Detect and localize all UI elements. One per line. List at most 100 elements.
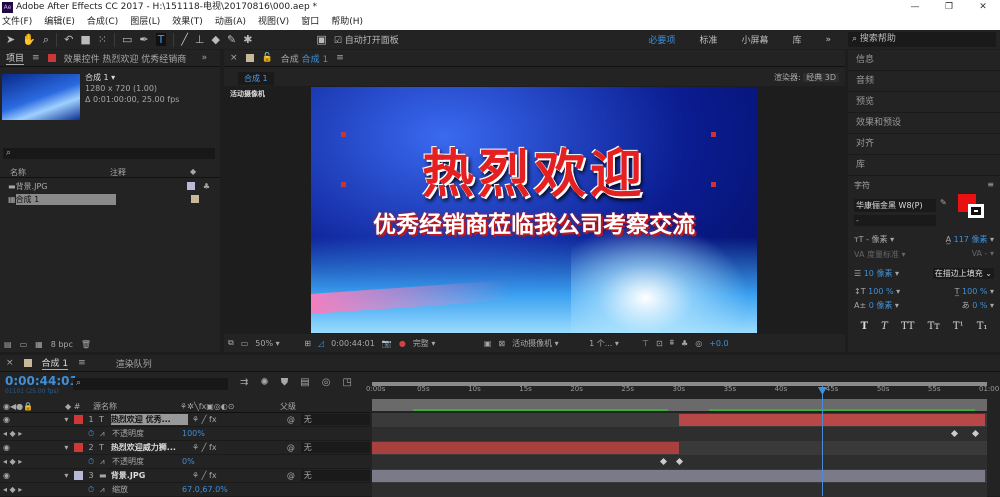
fast-preview-icon[interactable]: ⊡ bbox=[656, 339, 663, 348]
stroke-width-field[interactable]: ☰ 10 像素 ▾ bbox=[854, 268, 899, 279]
camera-view-dropdown[interactable]: 活动摄像机 ▾ bbox=[512, 338, 582, 349]
work-area-segment[interactable] bbox=[412, 409, 669, 411]
superscript-button[interactable]: T¹ bbox=[953, 321, 964, 332]
graph-icon[interactable]: ⩘ bbox=[100, 457, 112, 467]
current-time-display[interactable]: 0:00:44:01 bbox=[331, 339, 375, 348]
renderer-info[interactable]: 渲染器: 经典 3D bbox=[774, 72, 839, 83]
col-source-name[interactable]: 源名称 bbox=[90, 401, 180, 412]
grid-icon[interactable]: ⊞ bbox=[304, 339, 311, 348]
tsume-field[interactable]: あ 0 % ▾ bbox=[962, 300, 994, 311]
parent-dropdown[interactable]: 无 bbox=[300, 414, 370, 425]
time-ruler[interactable]: 0:00s 05s 10s 15s 20s 25s 30s 35s 40s 45s 50s 55s 01… bbox=[366, 385, 999, 399]
exposure-icon[interactable]: ◎ bbox=[695, 339, 702, 348]
workspace-library[interactable]: 库 bbox=[792, 33, 801, 46]
hand-tool-icon[interactable]: ✋ bbox=[22, 33, 36, 46]
eraser-tool-icon[interactable]: ◆ bbox=[212, 33, 220, 46]
leading-field[interactable]: A̲ 117 像素 ▾ bbox=[946, 234, 994, 245]
views-dropdown[interactable]: 1 个... ▾ bbox=[589, 338, 635, 349]
property-row[interactable]: ◂ ◆ ▸ ⏱ ⩘ 缩放 67.0,67.0% bbox=[0, 483, 370, 497]
viewer-area[interactable]: 活动摄像机 热烈欢迎 优秀经销商莅临我公司考察交流 bbox=[224, 86, 845, 334]
layer-duration-bar[interactable] bbox=[372, 470, 985, 482]
graph-icon[interactable]: ⩘ bbox=[100, 429, 112, 439]
visibility-toggle-icon[interactable]: ◉ bbox=[0, 471, 64, 480]
layer-row[interactable]: ◉ ▾ 1 T 热烈欢迎 优秀... ⚘ ╱ fx @ 无 bbox=[0, 413, 370, 427]
layer-row[interactable]: ◉ ▾ 2 T 热烈欢迎威力狮... ⚘ ╱ fx @ 无 bbox=[0, 441, 370, 455]
layer-switches[interactable]: ⚘ ╱ fx bbox=[188, 471, 287, 480]
layer-label-color[interactable] bbox=[74, 415, 84, 424]
color-channel-icon[interactable]: ● bbox=[399, 339, 406, 348]
puppet-tool-icon[interactable]: ✱ bbox=[243, 33, 252, 46]
panel-info[interactable]: 信息 bbox=[848, 50, 1000, 71]
layer-switches[interactable]: ⚘ ╱ fx bbox=[188, 443, 287, 452]
property-value[interactable]: 100% bbox=[182, 429, 205, 438]
bounding-handle[interactable] bbox=[711, 132, 716, 137]
all-caps-button[interactable]: TT bbox=[901, 321, 915, 332]
exposure-value[interactable]: +0.0 bbox=[709, 339, 728, 348]
keyframe[interactable] bbox=[675, 457, 683, 466]
zoom-tool-icon[interactable]: ⌕ bbox=[43, 33, 49, 47]
panel-menu-icon[interactable]: ≡ bbox=[32, 53, 40, 63]
clone-stamp-tool-icon[interactable]: ⊥ bbox=[195, 33, 205, 46]
interpret-footage-icon[interactable]: ▤ bbox=[4, 340, 12, 349]
eyedropper-icon[interactable]: ✎ bbox=[940, 198, 947, 207]
transparency-grid-icon[interactable]: ⊠ bbox=[498, 339, 505, 348]
brush-tool-icon[interactable]: ╱ bbox=[181, 33, 188, 46]
keyframe[interactable] bbox=[971, 429, 979, 438]
visibility-toggle-icon[interactable]: ◉ bbox=[0, 443, 64, 452]
menu-layer[interactable]: 图层(L) bbox=[130, 15, 160, 30]
expand-arrow-icon[interactable]: ▾ bbox=[64, 443, 74, 452]
close-button[interactable]: ✕ bbox=[966, 0, 1000, 15]
bpc-button[interactable]: 8 bpc bbox=[51, 340, 73, 349]
subscript-button[interactable]: T₁ bbox=[977, 321, 988, 332]
composition-mini-flowchart-icon[interactable]: ⇉ bbox=[240, 377, 248, 388]
draft-3d-icon[interactable]: ✺ bbox=[260, 377, 268, 388]
pickwhip-icon[interactable]: @ bbox=[287, 415, 301, 424]
timeline-search-input[interactable]: ⌕ bbox=[73, 378, 228, 390]
selection-tool-icon[interactable]: ➤ bbox=[6, 33, 15, 46]
font-size-field[interactable]: тT - 像素 ▾ bbox=[854, 234, 894, 245]
maximize-button[interactable]: ❐ bbox=[932, 0, 966, 15]
auto-open-panel-checkbox[interactable]: ☑ 自动打开面板 bbox=[334, 33, 399, 46]
panel-preview[interactable]: 预览 bbox=[848, 92, 1000, 113]
menu-file[interactable]: 文件(F) bbox=[2, 15, 32, 30]
layer-name[interactable]: 背景.JPG bbox=[111, 470, 188, 481]
snapshot-icon[interactable]: 📷 bbox=[382, 339, 392, 348]
roto-brush-tool-icon[interactable]: ✎ bbox=[227, 33, 236, 46]
lock-icon[interactable]: 🔓 bbox=[262, 53, 273, 63]
project-item[interactable]: ▬ 背景.JPG ♣ bbox=[0, 180, 210, 192]
workspace-more-button[interactable]: » bbox=[825, 35, 831, 45]
font-family-dropdown[interactable]: 华康俪金黑 W8(P) bbox=[854, 199, 936, 212]
keyframe-nav[interactable]: ◂ ◆ ▸ bbox=[0, 485, 88, 494]
toggle-pixel-icon[interactable]: ⊤ bbox=[642, 339, 649, 348]
camera-tool-icon[interactable]: ■ bbox=[80, 33, 90, 46]
bounding-handle[interactable] bbox=[341, 132, 346, 137]
monitor-icon[interactable]: ▭ bbox=[241, 339, 249, 348]
small-caps-button[interactable]: Tт bbox=[928, 321, 940, 332]
tab-render-queue[interactable]: 渲染队列 bbox=[116, 357, 152, 370]
faux-italic-button[interactable]: T bbox=[881, 321, 888, 332]
graph-editor-icon[interactable]: ◳ bbox=[342, 377, 351, 388]
comp-info-name[interactable]: 合成 1 ▾ bbox=[85, 72, 179, 83]
faux-bold-button[interactable]: T bbox=[861, 321, 868, 332]
panel-libraries[interactable]: 库 bbox=[848, 155, 1000, 176]
keyframe[interactable] bbox=[660, 457, 668, 466]
keyframe-nav[interactable]: ◂ ◆ ▸ bbox=[0, 457, 88, 466]
keyframe-nav[interactable]: ◂ ◆ ▸ bbox=[0, 429, 88, 438]
panel-menu-icon[interactable]: ≡ bbox=[78, 358, 86, 368]
font-style-dropdown[interactable]: - bbox=[854, 215, 936, 226]
bounding-handle[interactable] bbox=[711, 182, 716, 187]
parent-dropdown[interactable]: 无 bbox=[300, 442, 370, 453]
tab-effect-controls[interactable]: 效果控件 热烈欢迎 优秀经销商 bbox=[64, 52, 194, 65]
visibility-toggle-icon[interactable]: ◉ bbox=[0, 415, 64, 424]
kerning-field[interactable]: VA 度量标准 ▾ bbox=[854, 249, 906, 260]
pickwhip-icon[interactable]: @ bbox=[287, 471, 301, 480]
workspace-standard[interactable]: 标准 bbox=[699, 33, 717, 46]
layer-label-color[interactable] bbox=[74, 443, 84, 452]
new-comp-icon[interactable]: ▦ bbox=[35, 340, 43, 349]
expand-arrow-icon[interactable]: ▾ bbox=[64, 471, 74, 480]
comp-preview-canvas[interactable]: 热烈欢迎 优秀经销商莅临我公司考察交流 bbox=[311, 87, 757, 333]
stroke-color-swatch[interactable] bbox=[968, 204, 984, 218]
roi-icon[interactable]: ▣ bbox=[484, 339, 492, 348]
search-help-field[interactable]: ⌕ 搜索帮助 bbox=[848, 32, 996, 47]
parent-dropdown[interactable]: 无 bbox=[300, 470, 370, 481]
